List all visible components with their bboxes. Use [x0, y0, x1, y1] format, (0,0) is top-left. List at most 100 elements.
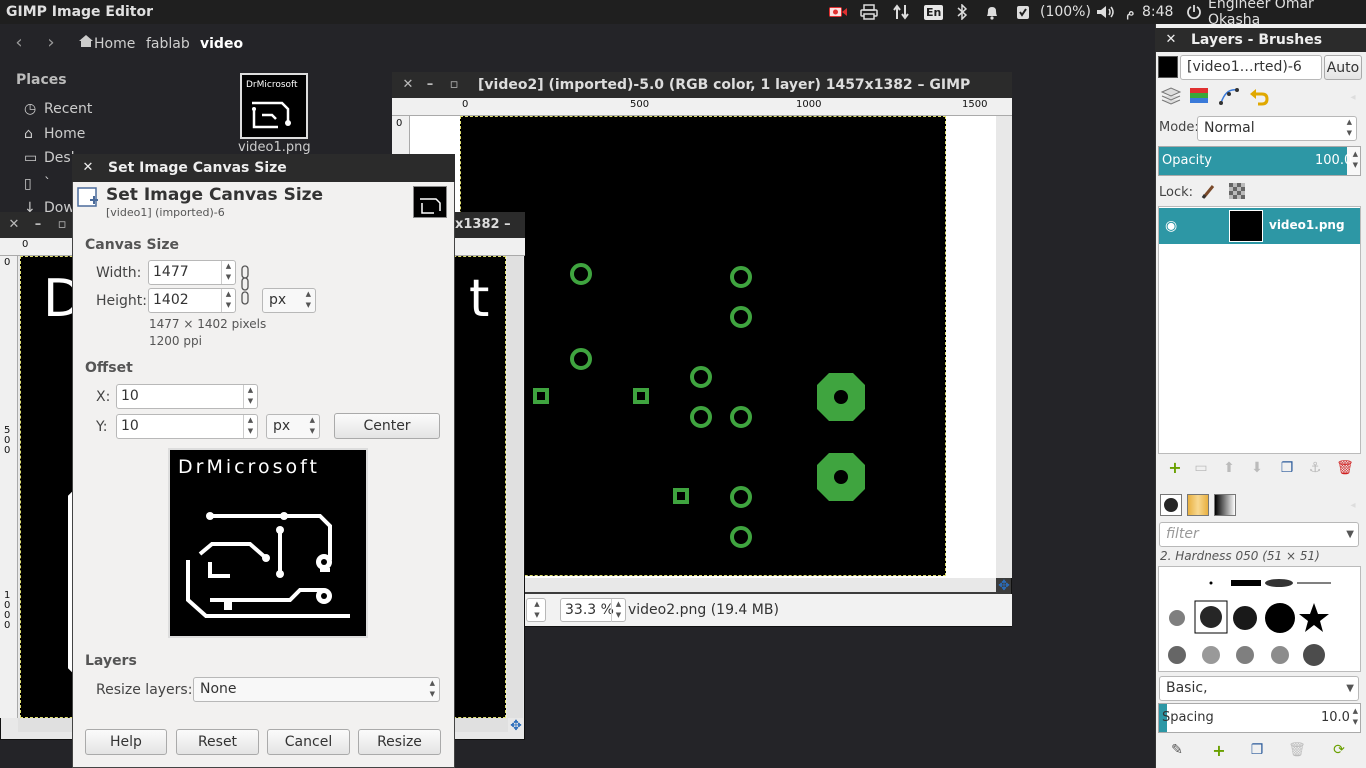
navigate-icon[interactable]: ✥	[996, 578, 1012, 594]
file-name-label[interactable]: video1.png	[238, 140, 311, 155]
keyboard-layout-indicator[interactable]: En	[924, 0, 944, 24]
image-select[interactable]: [video1…rted)-6	[1180, 55, 1322, 80]
auto-button[interactable]: Auto	[1324, 55, 1362, 80]
help-button[interactable]: Help	[85, 729, 167, 755]
brush-preview	[1169, 610, 1185, 626]
brush-set-select[interactable]: Basic, ▼	[1159, 676, 1359, 701]
new-layer-group-icon[interactable]: ▭	[1190, 458, 1212, 478]
layer-mode-select[interactable]: Normal ▲ ▼	[1197, 116, 1357, 141]
power-icon[interactable]	[1186, 0, 1202, 24]
duplicate-brush-icon[interactable]: ❐	[1246, 740, 1268, 760]
channels-tab-icon[interactable]	[1188, 86, 1210, 106]
resize-layers-select[interactable]: None ▲ ▼	[193, 677, 440, 702]
lock-pixels-icon[interactable]	[1198, 183, 1220, 203]
brush-set-value: Basic,	[1166, 680, 1208, 696]
bluetooth-icon[interactable]	[956, 0, 968, 24]
refresh-brushes-icon[interactable]: ⟳	[1328, 740, 1350, 760]
cancel-button[interactable]: Cancel	[267, 729, 350, 755]
navigate-icon[interactable]: ✥	[508, 718, 524, 734]
network-icon[interactable]	[892, 0, 910, 24]
brushes-tab-icon[interactable]	[1160, 494, 1182, 516]
battery-icon[interactable]	[1016, 0, 1030, 24]
size-unit-select[interactable]: px ▲ ▼	[262, 288, 316, 313]
y-offset-input[interactable]: 10 ▲ ▼	[116, 414, 258, 439]
spacing-slider[interactable]: Spacing 10.0 ▲ ▼	[1158, 703, 1361, 733]
breadcrumb-fablab[interactable]: fablab	[146, 32, 190, 56]
center-button[interactable]: Center	[334, 413, 440, 439]
image-canvas-video2[interactable]	[460, 116, 946, 576]
breadcrumb-video[interactable]: video	[200, 32, 243, 56]
back-button[interactable]: ‹	[6, 32, 32, 56]
pcb-pad	[730, 526, 752, 548]
user-name[interactable]: Engineer Omar Okasha	[1208, 0, 1366, 28]
x-offset-input[interactable]: 10 ▲ ▼	[116, 384, 258, 409]
clock[interactable]: 8:48	[1142, 0, 1173, 24]
keyboard-layout-label: En	[924, 4, 944, 20]
printer-icon[interactable]	[860, 0, 878, 24]
height-input[interactable]: 1402 ▲ ▼	[148, 288, 236, 313]
eye-icon[interactable]: ◉	[1165, 218, 1177, 234]
edit-brush-icon[interactable]: ✎	[1166, 740, 1188, 760]
brush-preview	[1303, 644, 1325, 666]
maximize-icon[interactable]: ▫	[446, 72, 462, 98]
horizontal-ruler[interactable]: 0 500 1000 1500	[392, 98, 1012, 116]
paths-tab-icon[interactable]	[1218, 86, 1240, 106]
unit-selector[interactable]: ▲ ▼	[526, 598, 546, 622]
pcb-pad	[730, 266, 752, 288]
places-heading: Places	[16, 72, 67, 88]
offset-unit-select[interactable]: px ▲ ▼	[266, 414, 320, 439]
size-unit-value: px	[269, 292, 287, 308]
opacity-slider[interactable]: Opacity 100.0 ▲ ▼	[1158, 146, 1361, 176]
canvas-preview[interactable]: DrMicrosoft	[168, 448, 368, 638]
lower-layer-icon[interactable]: ⬇	[1246, 458, 1268, 478]
anchor-layer-icon[interactable]: ⚓	[1304, 458, 1326, 478]
delete-brush-icon[interactable]: 🗑	[1286, 740, 1308, 760]
resize-button[interactable]: Resize	[358, 729, 441, 755]
width-input[interactable]: 1477 ▲ ▼	[148, 260, 236, 285]
sidebar-item-recent[interactable]: ◷ Recent	[24, 99, 92, 119]
notification-bell-icon[interactable]	[984, 0, 1000, 24]
recording-icon[interactable]	[828, 0, 848, 24]
new-layer-icon[interactable]: +	[1164, 458, 1186, 478]
raise-layer-icon[interactable]: ⬆	[1218, 458, 1240, 478]
vertical-ruler[interactable]: 0 5 0 0 1 0 0 0	[0, 256, 18, 718]
undo-history-tab-icon[interactable]	[1248, 86, 1270, 106]
maximize-icon[interactable]: ▫	[54, 212, 70, 238]
sidebar-item-home[interactable]: ⌂ Home	[24, 124, 85, 144]
layer-thumbnail	[1229, 210, 1263, 242]
brush-grid[interactable]	[1158, 566, 1361, 672]
breadcrumb-home[interactable]: Home	[78, 32, 135, 56]
delete-layer-icon[interactable]: 🗑	[1334, 458, 1356, 478]
reset-button[interactable]: Reset	[176, 729, 259, 755]
sidebar-item-documents[interactable]: ▯ `	[24, 174, 51, 194]
patterns-tab-icon[interactable]	[1187, 494, 1209, 516]
close-icon[interactable]: ✕	[400, 72, 416, 98]
new-brush-icon[interactable]: +	[1208, 741, 1230, 761]
gradients-tab-icon[interactable]	[1214, 494, 1236, 516]
minimize-icon[interactable]: –	[422, 72, 438, 98]
home-icon: ⌂	[24, 126, 33, 142]
duplicate-layer-icon[interactable]: ❐	[1276, 458, 1298, 478]
brush-filter-input[interactable]: filter ▼	[1159, 522, 1359, 547]
chain-link-icon[interactable]	[240, 264, 252, 312]
close-icon[interactable]: ✕	[80, 154, 96, 182]
pcb-pads-drawing	[533, 263, 865, 548]
vertical-scrollbar[interactable]	[996, 116, 1012, 578]
zoom-selector[interactable]: 33.3 % ▲ ▼	[560, 598, 626, 622]
close-icon[interactable]: ✕	[6, 212, 22, 238]
layers-tab-icon[interactable]	[1160, 86, 1182, 106]
height-value: 1402	[153, 292, 189, 308]
chevron-left-icon: ‹	[15, 32, 23, 53]
file-thumbnail-video1[interactable]: DrMicrosoft	[240, 73, 308, 139]
dock-menu-icon[interactable]: ◂	[1342, 496, 1364, 516]
sidebar-item-desktop[interactable]: ▭ Desk	[24, 148, 79, 168]
layer-row-video1[interactable]: ◉ video1.png	[1159, 208, 1360, 244]
dock-menu-icon[interactable]: ◂	[1342, 88, 1364, 108]
minimize-icon[interactable]: –	[30, 212, 46, 238]
forward-button[interactable]: ›	[38, 32, 64, 56]
sidebar-item-label: Home	[44, 126, 86, 142]
lock-alpha-icon[interactable]	[1226, 183, 1248, 203]
vertical-scrollbar[interactable]	[507, 256, 523, 718]
close-icon[interactable]: ✕	[1163, 28, 1179, 52]
volume-icon[interactable]	[1096, 0, 1116, 24]
